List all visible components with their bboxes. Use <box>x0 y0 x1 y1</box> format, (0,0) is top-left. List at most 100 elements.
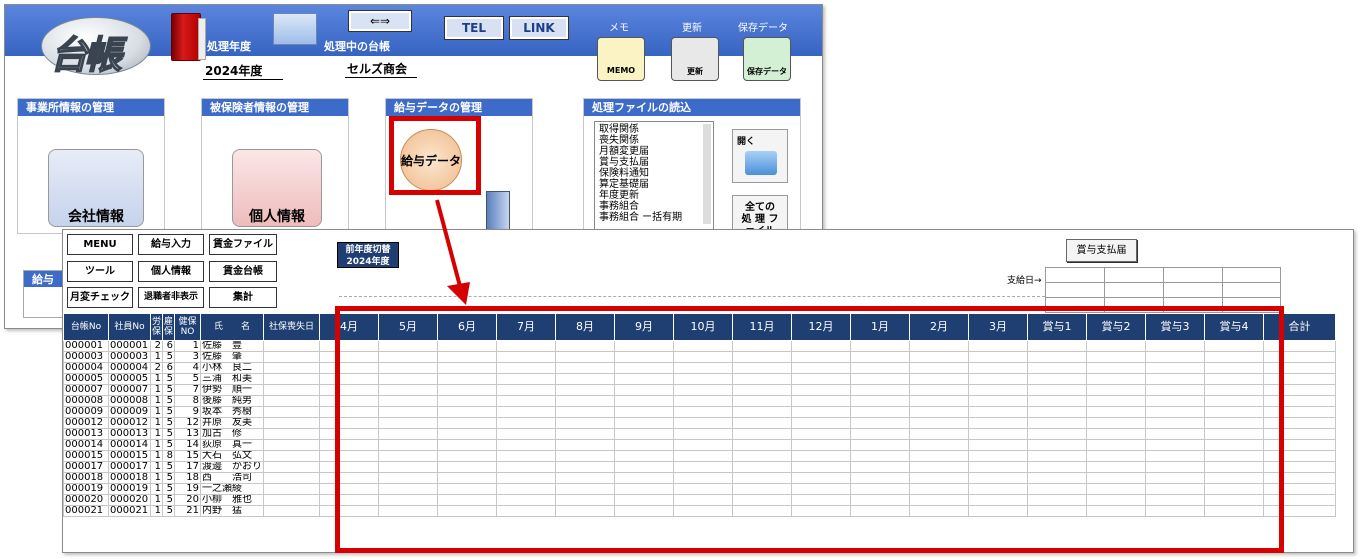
table-cell[interactable]: 5 <box>162 472 175 484</box>
hide-retired-button[interactable]: 退職者非表示 <box>138 287 204 308</box>
table-cell[interactable] <box>263 351 320 363</box>
table-cell[interactable]: 5 <box>162 417 175 429</box>
table-cell[interactable]: 1 <box>150 505 163 517</box>
table-cell[interactable]: 000001 <box>63 340 109 352</box>
totals-button[interactable]: 集計 <box>209 287 277 308</box>
table-cell[interactable]: 9 <box>174 406 201 418</box>
table-cell[interactable] <box>263 494 320 506</box>
table-cell[interactable]: 1 <box>150 406 163 418</box>
table-cell[interactable] <box>263 428 320 440</box>
table-cell[interactable]: 19 <box>174 483 201 495</box>
table-cell[interactable]: 15 <box>174 450 201 462</box>
table-cell[interactable]: 1 <box>150 351 163 363</box>
table-cell[interactable]: 000003 <box>108 351 151 363</box>
table-cell[interactable]: 13 <box>174 428 201 440</box>
table-cell[interactable]: 000004 <box>63 362 109 374</box>
table-cell[interactable]: 坂本 秀樹 <box>200 406 264 418</box>
table-cell[interactable]: 000015 <box>108 450 151 462</box>
table-cell[interactable]: 000018 <box>108 472 151 484</box>
table-cell[interactable] <box>263 384 320 396</box>
table-cell[interactable]: 000018 <box>63 472 109 484</box>
table-cell[interactable]: 小柳 雅也 <box>200 494 264 506</box>
table-cell[interactable]: 20 <box>174 494 201 506</box>
table-cell[interactable]: 1 <box>150 395 163 407</box>
table-cell[interactable]: 000015 <box>63 450 109 462</box>
table-cell[interactable]: 5 <box>162 461 175 473</box>
table-cell[interactable]: 5 <box>162 505 175 517</box>
table-cell[interactable]: 000019 <box>108 483 151 495</box>
table-cell[interactable] <box>263 406 320 418</box>
table-cell[interactable] <box>263 450 320 462</box>
list-item[interactable]: 賞与支払届 <box>599 157 709 168</box>
table-cell[interactable]: 西 浩司 <box>200 472 264 484</box>
table-cell[interactable]: 8 <box>174 395 201 407</box>
memo-button[interactable]: MEMO <box>597 37 645 81</box>
file-list-scrollbar[interactable] <box>703 124 711 224</box>
table-cell[interactable]: 1 <box>150 373 163 385</box>
table-cell[interactable]: 000004 <box>108 362 151 374</box>
update-button[interactable]: 更新 <box>671 37 719 81</box>
table-cell[interactable]: 000021 <box>108 505 151 517</box>
table-cell[interactable]: 一之瀬綾 <box>200 483 264 495</box>
company-info-button[interactable]: 会社情報 <box>48 149 144 227</box>
table-cell[interactable]: 内野 猛 <box>200 505 264 517</box>
table-cell[interactable]: 5 <box>174 373 201 385</box>
open-button[interactable]: 開く <box>732 129 788 183</box>
table-cell[interactable]: 8 <box>162 450 175 462</box>
table-cell[interactable]: 5 <box>162 373 175 385</box>
table-cell[interactable] <box>263 340 320 352</box>
tel-button[interactable]: TEL <box>444 16 504 40</box>
table-cell[interactable]: 000003 <box>63 351 109 363</box>
table-cell[interactable]: 1 <box>150 384 163 396</box>
table-cell[interactable]: 1 <box>150 483 163 495</box>
table-cell[interactable]: 5 <box>162 494 175 506</box>
table-cell[interactable]: 6 <box>162 362 175 374</box>
table-cell[interactable]: 12 <box>174 417 201 429</box>
table-cell[interactable] <box>263 362 320 374</box>
table-cell[interactable]: 5 <box>162 406 175 418</box>
table-cell[interactable]: 1 <box>150 428 163 440</box>
table-cell[interactable]: 000013 <box>108 428 151 440</box>
table-cell[interactable]: 000019 <box>63 483 109 495</box>
table-cell[interactable]: 2 <box>150 340 163 352</box>
table-cell[interactable]: 000001 <box>108 340 151 352</box>
wage-file-button[interactable]: 賃金ファイル <box>209 234 277 255</box>
list-item[interactable]: 月額変更届 <box>599 146 709 157</box>
table-cell[interactable]: 渡邊 かおり <box>200 461 264 473</box>
list-item[interactable]: 年度更新 <box>599 190 709 201</box>
table-cell[interactable] <box>263 472 320 484</box>
table-cell[interactable]: 000008 <box>108 395 151 407</box>
wage-ledger-button[interactable]: 賃金台帳 <box>209 261 277 282</box>
table-cell[interactable]: 5 <box>162 428 175 440</box>
table-cell[interactable]: 000012 <box>108 417 151 429</box>
table-cell[interactable]: 大石 弘文 <box>200 450 264 462</box>
file-list[interactable]: 取得関係 喪失関係 月額変更届 賞与支払届 保険料通知 算定基礎届 年度更新 事… <box>594 121 714 236</box>
table-cell[interactable]: 5 <box>162 351 175 363</box>
table-cell[interactable]: 000009 <box>108 406 151 418</box>
table-cell[interactable] <box>263 461 320 473</box>
personal-info-button[interactable]: 個人情報 <box>232 149 322 227</box>
table-cell[interactable]: 井原 友美 <box>200 417 264 429</box>
previous-year-toggle-button[interactable]: 前年度切替 2024年度 <box>337 242 399 268</box>
table-cell[interactable]: 000008 <box>63 395 109 407</box>
table-cell[interactable]: 加古 修 <box>200 428 264 440</box>
table-cell[interactable]: 佐藤 肇 <box>200 351 264 363</box>
table-cell[interactable]: 000020 <box>63 494 109 506</box>
table-cell[interactable]: 000021 <box>63 505 109 517</box>
table-cell[interactable]: 000012 <box>63 417 109 429</box>
list-item[interactable]: 事務組合 ー括有期 <box>599 212 709 223</box>
table-cell[interactable]: 000005 <box>63 373 109 385</box>
list-item[interactable]: 事務組合 <box>599 201 709 212</box>
table-cell[interactable]: 18 <box>174 472 201 484</box>
table-cell[interactable]: 4 <box>174 362 201 374</box>
personal-info-tab-button[interactable]: 個人情報 <box>138 261 204 282</box>
table-cell[interactable]: 2 <box>150 362 163 374</box>
table-cell[interactable]: 1 <box>150 439 163 451</box>
table-cell[interactable]: 000007 <box>63 384 109 396</box>
table-cell[interactable]: 000014 <box>108 439 151 451</box>
monthly-change-check-button[interactable]: 月変チェック <box>67 287 133 308</box>
table-cell[interactable]: 1 <box>150 417 163 429</box>
table-cell[interactable] <box>263 373 320 385</box>
table-cell[interactable]: 000013 <box>63 428 109 440</box>
list-item[interactable]: 保険料通知 <box>599 168 709 179</box>
